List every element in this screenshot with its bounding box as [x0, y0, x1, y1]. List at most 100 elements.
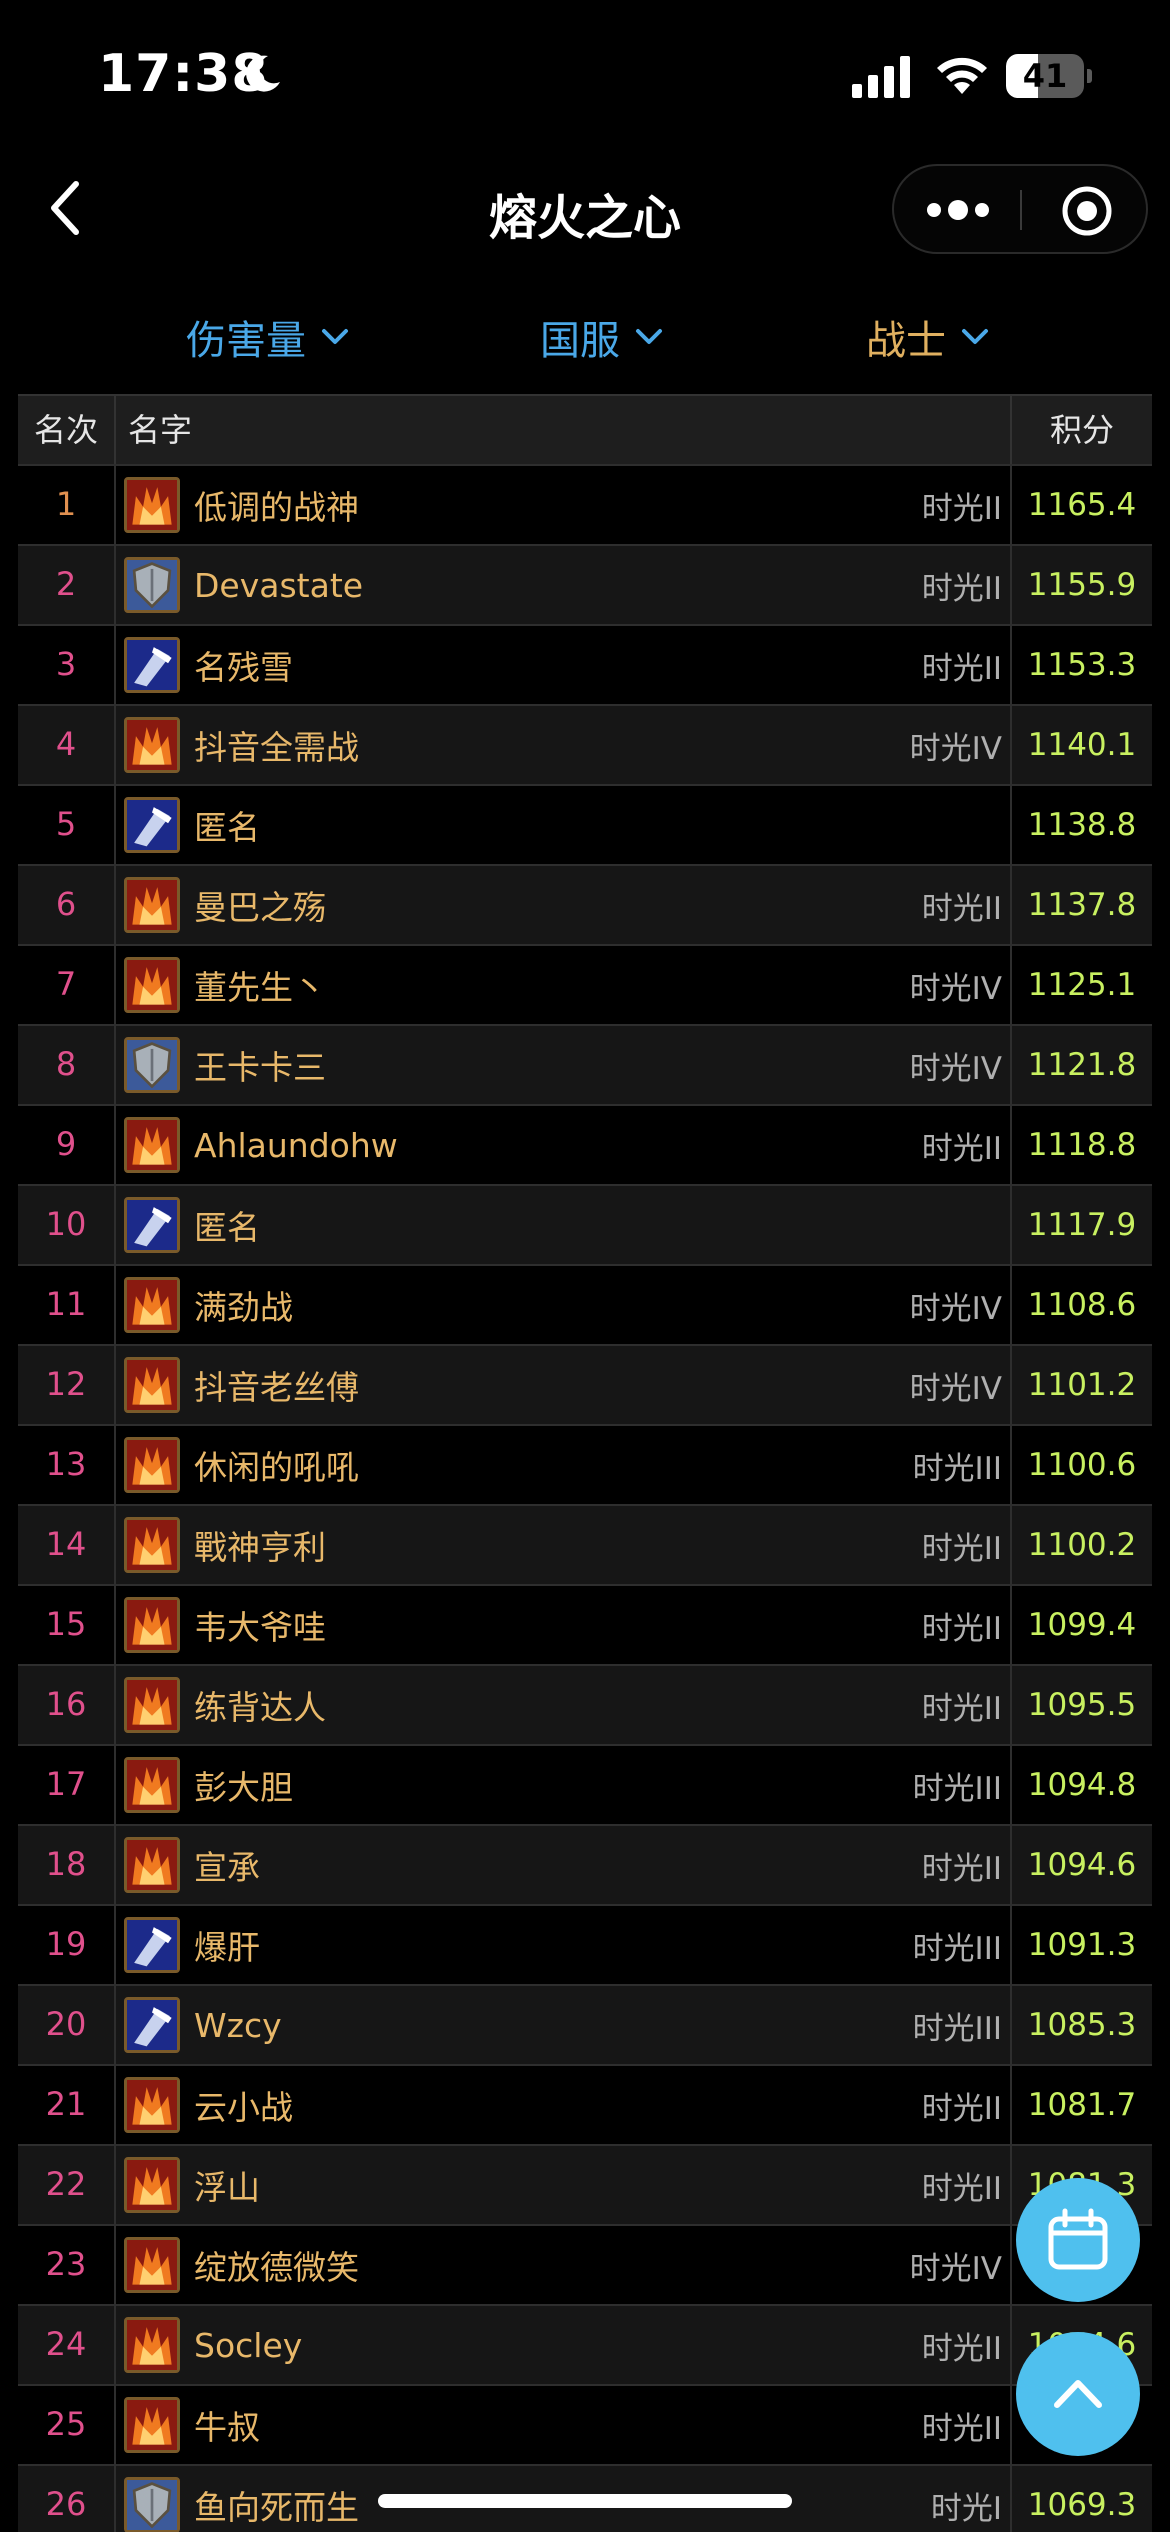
chevron-down-icon — [636, 329, 662, 344]
target-icon[interactable] — [1060, 184, 1114, 238]
player-name: 韦大爷哇 — [194, 1608, 326, 1647]
name-cell: 戰神亨利 时光II — [116, 1505, 1012, 1585]
name-cell: 云小战 时光II — [116, 2065, 1012, 2145]
score-cell: 1085.3 — [1027, 2007, 1137, 2043]
server-filter[interactable]: 国服 — [540, 308, 664, 366]
player-name: 抖音老丝傅 — [194, 1368, 359, 1407]
name-cell: Wzcy 时光III — [116, 1985, 1012, 2065]
table-row[interactable]: 2 Devastate 时光II 1155.9 — [18, 544, 1152, 625]
server-tag: 时光IV — [909, 1290, 1002, 1327]
server-tag: 时光IV — [909, 730, 1002, 767]
score-cell: 1100.6 — [1027, 1447, 1137, 1483]
table-row[interactable]: 20 Wzcy 时光III 1085.3 — [18, 1984, 1152, 2065]
table-row[interactable]: 12 抖音老丝傅 时光IV 1101.2 — [18, 1344, 1152, 1425]
table-row[interactable]: 6 曼巴之殇 时光II 1137.8 — [18, 864, 1152, 945]
chevron-up-icon — [1054, 2380, 1102, 2408]
arms-spec-icon — [124, 797, 180, 853]
fury-spec-icon — [124, 1757, 180, 1813]
score-cell: 1101.2 — [1027, 1367, 1137, 1403]
score-cell: 1095.5 — [1027, 1687, 1137, 1723]
mini-program-capsule — [892, 164, 1148, 254]
rank-cell: 19 — [18, 1905, 116, 1985]
table-row[interactable]: 23 绽放德微笑 时光IV — [18, 2224, 1152, 2305]
table-row[interactable]: 7 董先生丶 时光IV 1125.1 — [18, 944, 1152, 1025]
name-cell: Devastate 时光II — [116, 545, 1012, 625]
server-tag: 时光IV — [909, 1370, 1002, 1407]
score-cell: 1138.8 — [1027, 807, 1137, 843]
server-tag: 时光II — [921, 1850, 1002, 1887]
player-name: 云小战 — [194, 2088, 293, 2127]
player-name: 名残雪 — [194, 648, 293, 687]
table-row[interactable]: 10 匿名 1117.9 — [18, 1184, 1152, 1265]
table-row[interactable]: 1 低调的战神 时光II 1165.4 — [18, 464, 1152, 545]
chevron-left-icon[interactable] — [42, 176, 92, 240]
calendar-button[interactable] — [1016, 2178, 1140, 2302]
player-name: 董先生丶 — [194, 968, 326, 1007]
table-row[interactable]: 18 宣承 时光II 1094.6 — [18, 1824, 1152, 1905]
server-tag: 时光III — [912, 1930, 1002, 1967]
rank-cell: 23 — [18, 2225, 116, 2305]
table-row[interactable]: 25 牛叔 时光II — [18, 2384, 1152, 2465]
metric-filter[interactable]: 伤害量 — [186, 308, 350, 366]
rank-cell: 13 — [18, 1425, 116, 1505]
rank-cell: 21 — [18, 2065, 116, 2145]
server-tag: 时光II — [921, 2410, 1002, 2447]
prot-spec-icon — [124, 2477, 180, 2532]
nav-bar: 熔火之心 — [0, 150, 1170, 266]
table-row[interactable]: 11 满劲战 时光IV 1108.6 — [18, 1264, 1152, 1345]
header-rank: 名次 — [18, 396, 116, 464]
score-cell: 1165.4 — [1027, 487, 1137, 523]
battery-indicator: 41 — [1006, 54, 1092, 98]
fury-spec-icon — [124, 2077, 180, 2133]
name-cell: 休闲的吼吼 时光III — [116, 1425, 1012, 1505]
server-tag: 时光III — [912, 2010, 1002, 2047]
table-row[interactable]: 19 爆肝 时光III 1091.3 — [18, 1904, 1152, 1985]
table-row[interactable]: 16 练背达人 时光II 1095.5 — [18, 1664, 1152, 1745]
rank-cell: 12 — [18, 1345, 116, 1425]
ranking-table: 名次 名字 积分 1 低调的战神 时光II 1165.4 2 Devastate 时光II 1… — [18, 394, 1152, 2532]
score-cell: 1118.8 — [1027, 1127, 1137, 1163]
name-cell: 低调的战神 时光II — [116, 465, 1012, 545]
player-name: 低调的战神 — [194, 488, 359, 527]
prot-spec-icon — [124, 557, 180, 613]
table-row[interactable]: 14 戰神亨利 时光II 1100.2 — [18, 1504, 1152, 1585]
name-cell: 匿名 — [116, 1185, 1012, 1265]
table-row[interactable]: 22浮山时光II1081.3 — [18, 2144, 1152, 2225]
name-cell: 浮山 时光II — [116, 2145, 1012, 2225]
table-row[interactable]: 24Socley时光II1074.6 — [18, 2304, 1152, 2385]
arms-spec-icon — [124, 1197, 180, 1253]
name-cell: 名残雪 时光II — [116, 625, 1012, 705]
prot-spec-icon — [124, 1037, 180, 1093]
table-row[interactable]: 21 云小战 时光II 1081.7 — [18, 2064, 1152, 2145]
fury-spec-icon — [124, 1837, 180, 1893]
player-name: 宣承 — [194, 1848, 260, 1887]
class-filter-label: 战士 — [866, 318, 946, 364]
player-name: 抖音全需战 — [194, 728, 359, 767]
player-name: 牛叔 — [194, 2408, 260, 2447]
score-cell: 1155.9 — [1027, 567, 1137, 603]
rank-cell: 17 — [18, 1745, 116, 1825]
fury-spec-icon — [124, 2397, 180, 2453]
more-dots-icon[interactable] — [924, 194, 992, 226]
class-filter[interactable]: 战士 — [866, 308, 990, 366]
scroll-top-button[interactable] — [1016, 2332, 1140, 2456]
table-row[interactable]: 17 彭大胆 时光III 1094.8 — [18, 1744, 1152, 1825]
rank-cell: 24 — [18, 2305, 116, 2385]
server-tag: 时光II — [921, 1610, 1002, 1647]
name-cell: 抖音全需战 时光IV — [116, 705, 1012, 785]
table-row[interactable]: 4 抖音全需战 时光IV 1140.1 — [18, 704, 1152, 785]
server-tag: 时光II — [921, 1530, 1002, 1567]
server-tag: 时光II — [921, 1130, 1002, 1167]
server-tag: 时光II — [921, 650, 1002, 687]
table-row[interactable]: 3 名残雪 时光II 1153.3 — [18, 624, 1152, 705]
table-row[interactable]: 9 Ahlaundohw 时光II 1118.8 — [18, 1104, 1152, 1185]
player-name: 爆肝 — [194, 1928, 260, 1967]
table-row[interactable]: 5 匿名 1138.8 — [18, 784, 1152, 865]
fury-spec-icon — [124, 1677, 180, 1733]
table-row[interactable]: 13 休闲的吼吼 时光III 1100.6 — [18, 1424, 1152, 1505]
rank-cell: 18 — [18, 1825, 116, 1905]
table-row[interactable]: 15 韦大爷哇 时光II 1099.4 — [18, 1584, 1152, 1665]
fury-spec-icon — [124, 2157, 180, 2213]
table-row[interactable]: 8 王卡卡三 时光IV 1121.8 — [18, 1024, 1152, 1105]
cellular-signal-icon — [852, 56, 910, 98]
